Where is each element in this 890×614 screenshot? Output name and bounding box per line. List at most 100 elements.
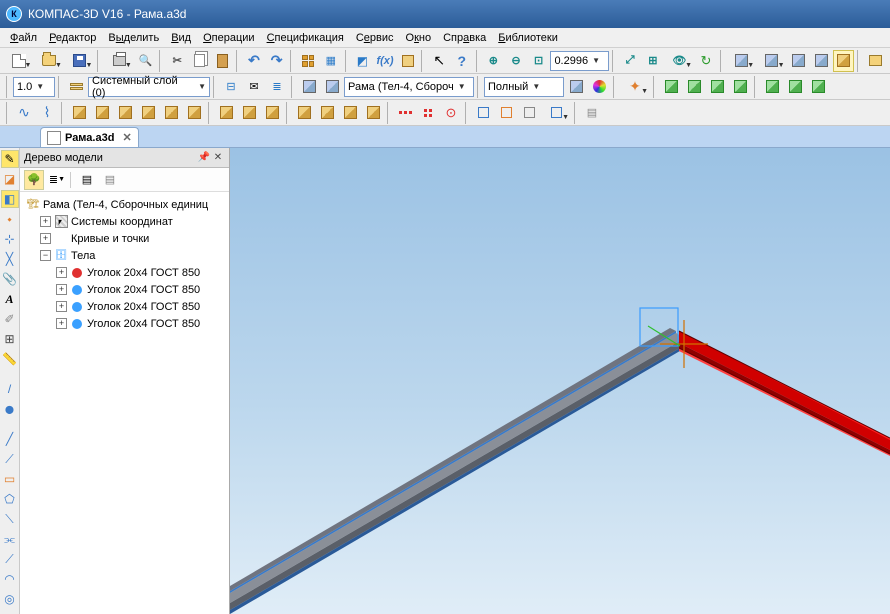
cube-b[interactable]: [321, 76, 343, 98]
g5[interactable]: [761, 76, 783, 98]
open-button[interactable]: ▼: [34, 50, 63, 72]
curve-a[interactable]: ∿: [13, 102, 35, 124]
tree-item-part[interactable]: + Уголок 20x4 ГОСТ 850: [22, 264, 227, 281]
node-tool[interactable]: ⬤: [1, 400, 19, 418]
expand-button[interactable]: +: [56, 318, 67, 329]
layer-box[interactable]: Системный слой (0)▼: [88, 77, 210, 97]
lib-button[interactable]: [864, 50, 886, 72]
tree-item-coords[interactable]: + ⎖ Системы координат: [22, 213, 227, 230]
document-tab[interactable]: Рама.a3d ✕: [40, 127, 139, 147]
new-button[interactable]: ▼: [4, 50, 33, 72]
paste-button[interactable]: [212, 50, 234, 72]
curve-b[interactable]: ⌇: [36, 102, 58, 124]
tree-item-part[interactable]: + Уголок 20x4 ГОСТ 850: [22, 315, 227, 332]
refresh-tree-button[interactable]: ▤: [77, 170, 97, 190]
text-tool[interactable]: A: [1, 290, 19, 308]
seg3-tool[interactable]: ⟋: [1, 550, 19, 568]
arc-tool[interactable]: ◠: [1, 570, 19, 588]
feat-1[interactable]: [68, 102, 90, 124]
props-button[interactable]: ▤: [100, 170, 120, 190]
tree-item-part[interactable]: + Уголок 20x4 ГОСТ 850: [22, 298, 227, 315]
shape-mode[interactable]: ◧: [1, 190, 19, 208]
g7[interactable]: [807, 76, 829, 98]
menu-вид[interactable]: Вид: [165, 30, 197, 46]
feat-5[interactable]: [160, 102, 182, 124]
properties-button[interactable]: [297, 50, 319, 72]
wire-button[interactable]: [788, 50, 810, 72]
view-button[interactable]: 👁▼: [665, 50, 694, 72]
feat-13[interactable]: [362, 102, 384, 124]
dots-2[interactable]: [417, 102, 439, 124]
apps-button[interactable]: ✦▼: [620, 76, 650, 98]
feat-10[interactable]: [293, 102, 315, 124]
tree-item-bodies[interactable]: − 🗄 Тела: [22, 247, 227, 264]
pline-tool[interactable]: ⟋: [1, 450, 19, 468]
cut-button[interactable]: ✂: [166, 50, 188, 72]
spec-button[interactable]: ▦: [320, 50, 342, 72]
snap-tool[interactable]: ⊹: [1, 230, 19, 248]
expand-button[interactable]: +: [56, 267, 67, 278]
copy-button[interactable]: [189, 50, 211, 72]
close-tab-button[interactable]: ✕: [122, 131, 131, 144]
fit-button[interactable]: ⤢: [619, 50, 641, 72]
table-tool[interactable]: ⊞: [1, 330, 19, 348]
render-button[interactable]: ▼: [727, 50, 756, 72]
fx-button[interactable]: f(x): [374, 50, 396, 72]
expand-button[interactable]: +: [56, 301, 67, 312]
xtra-2[interactable]: [495, 102, 517, 124]
persp-button[interactable]: [833, 50, 855, 72]
undo-button[interactable]: ↶: [243, 50, 265, 72]
ring-tool[interactable]: ◎: [1, 590, 19, 608]
close-panel-button[interactable]: ✕: [211, 152, 225, 163]
expand-button[interactable]: +: [40, 216, 51, 227]
print-button[interactable]: ▼: [104, 50, 133, 72]
seg-tool[interactable]: /: [1, 380, 19, 398]
hide-button[interactable]: [810, 50, 832, 72]
tree-collapse-button[interactable]: ⊟: [220, 76, 242, 98]
feat-12[interactable]: [339, 102, 361, 124]
meas-tool[interactable]: 📏: [1, 350, 19, 368]
menu-сервис[interactable]: Сервис: [350, 30, 400, 46]
g4[interactable]: [729, 76, 751, 98]
dim-tool[interactable]: ✐: [1, 310, 19, 328]
zoom-region-button[interactable]: ⊡: [528, 50, 550, 72]
viewport-3d[interactable]: [230, 148, 890, 614]
feat-6[interactable]: [183, 102, 205, 124]
list-button[interactable]: ≣: [266, 76, 288, 98]
pin-button[interactable]: 📌: [197, 152, 211, 163]
feat-9[interactable]: [261, 102, 283, 124]
g1[interactable]: [660, 76, 682, 98]
xtra-3[interactable]: [518, 102, 540, 124]
axis-tool[interactable]: ╳: [1, 250, 19, 268]
attach-tool[interactable]: 📎: [1, 270, 19, 288]
tree-view-button[interactable]: 🌳: [24, 170, 44, 190]
feat-2[interactable]: [91, 102, 113, 124]
seg2-tool[interactable]: ⟍: [1, 510, 19, 528]
menu-редактор[interactable]: Редактор: [43, 30, 102, 46]
xtra-4[interactable]: ▼: [541, 102, 571, 124]
line-tool[interactable]: ╱: [1, 430, 19, 448]
dots-3[interactable]: ⊙: [440, 102, 462, 124]
style-box[interactable]: Полный▼: [484, 77, 564, 97]
collapse-button[interactable]: −: [40, 250, 51, 261]
tool-b[interactable]: [397, 50, 419, 72]
feat-3[interactable]: [114, 102, 136, 124]
dots-1[interactable]: [394, 102, 416, 124]
zoom-out-button[interactable]: ⊖: [505, 50, 527, 72]
tree-root[interactable]: 🏗 Рама (Тел-4, Сборочных единиц: [22, 196, 227, 213]
preview-button[interactable]: 🔍: [135, 50, 157, 72]
menu-справка[interactable]: Справка: [437, 30, 492, 46]
zoom-value[interactable]: 0.2996▼: [550, 51, 609, 71]
feat-8[interactable]: [238, 102, 260, 124]
menu-операции[interactable]: Операции: [197, 30, 260, 46]
color-button[interactable]: [588, 76, 610, 98]
zoom-all-button[interactable]: ⊞: [642, 50, 664, 72]
save-button[interactable]: ▼: [65, 50, 94, 72]
shade-button[interactable]: ▼: [757, 50, 786, 72]
style-preview[interactable]: [565, 76, 587, 98]
point-tool[interactable]: ⬩: [1, 210, 19, 228]
cube-a[interactable]: [298, 76, 320, 98]
zoom-in-button[interactable]: ⊕: [483, 50, 505, 72]
g2[interactable]: [683, 76, 705, 98]
menu-выделить[interactable]: Выделить: [102, 30, 165, 46]
